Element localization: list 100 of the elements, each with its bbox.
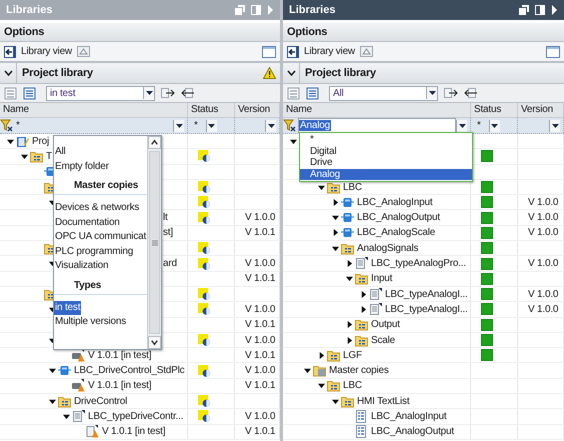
dropdown-option[interactable]: Documentation [54,216,147,230]
caret-right-icon[interactable] [332,198,339,206]
item-name[interactable]: LBC_AnalogScale [357,227,436,238]
scroll-up-icon[interactable] [148,136,161,149]
dropdown-option[interactable]: Empty folder [54,160,147,174]
caret-down-icon[interactable] [49,398,56,405]
item-name[interactable]: HMI TextList [357,396,410,407]
chevron-down-icon[interactable] [286,70,296,76]
caret-right-icon[interactable] [360,290,367,298]
item-name[interactable]: LBC_AnalogOutput [357,212,440,224]
library-view-label[interactable]: Library view [304,46,355,57]
item-name[interactable]: LBC [343,380,362,392]
dropdown-option[interactable]: Digital [300,146,472,157]
item-name[interactable]: LBC_AnalogOutput [371,426,454,438]
item-name[interactable]: V 1.0.1 [in test] [102,426,166,438]
dropdown-button[interactable] [426,87,437,99]
caret-right-icon[interactable] [346,260,353,268]
list-icon[interactable] [306,86,319,100]
item-name[interactable]: Proj [32,136,49,147]
clear-filter-icon[interactable] [283,119,296,132]
caret-right-icon[interactable] [360,306,367,313]
caret-down-icon[interactable] [332,398,339,405]
item-name[interactable]: LBC_DriveControl_StdPlc [74,365,184,376]
library-view-icon[interactable] [4,46,16,58]
pane-icon[interactable] [535,5,545,15]
caret-down-icon[interactable] [346,275,353,282]
caret-right-icon[interactable] [346,321,353,328]
item-name[interactable]: LBC [343,182,362,193]
item-name[interactable]: T [46,150,52,162]
dropdown-button[interactable] [206,120,217,132]
arrow-left-icon[interactable] [181,87,195,99]
item-name[interactable]: V 1.0.1 [in test] [88,350,152,361]
dropdown-button[interactable] [265,120,276,132]
caret-down-icon[interactable] [290,138,297,145]
filter-dropdown[interactable]: All [329,86,438,100]
scroll-down-icon[interactable] [148,336,161,349]
dropdown-button[interactable] [488,120,500,132]
clear-filter-icon[interactable] [0,119,13,132]
caret-down-icon[interactable] [304,367,311,374]
caret-down-icon[interactable] [332,244,339,252]
item-name[interactable]: AnalogSignals [357,242,418,254]
dropdown-button[interactable] [173,120,184,132]
list-icon[interactable] [23,86,36,100]
arrow-right-icon[interactable] [444,87,458,99]
dropdown-option[interactable]: Visualization [54,259,147,274]
caret-down-icon[interactable] [318,382,325,390]
arrow-right-icon[interactable] [161,87,175,99]
dropdown-option[interactable]: Analog [300,168,472,180]
column-header[interactable]: Version [235,103,280,117]
name-filter-field[interactable]: * [15,119,173,132]
caret-down-icon[interactable] [49,367,56,374]
column-header[interactable]: Name [283,103,471,117]
filter-dropdown[interactable]: in test [46,86,155,100]
item-name[interactable]: LBC_typeAnalogPro... [371,258,466,270]
item-name[interactable]: LGF [343,350,362,361]
dropdown-option[interactable]: All [54,145,147,160]
caret-right-icon[interactable] [318,352,325,359]
item-name[interactable]: Input [371,273,392,284]
item-name[interactable]: DriveControl [74,396,128,407]
caret-down-icon[interactable] [318,184,325,191]
item-name[interactable]: LBC_AnalogInput [371,410,446,422]
column-header[interactable]: Name [0,103,188,117]
item-name[interactable]: LBC_typeDriveContr... [88,410,184,422]
dropdown-option[interactable]: Drive [300,157,472,168]
name-filter-field[interactable]: Analog [298,118,456,133]
item-name[interactable]: V 1.0.1 [in test] [88,380,152,392]
restore-icon[interactable] [519,5,529,15]
library-tree-icon[interactable] [287,86,300,100]
scrollbar[interactable] [147,136,161,349]
column-header[interactable]: Status [471,103,518,117]
dropdown-option[interactable]: PLC programming [54,244,147,259]
dropdown-option[interactable]: in test [54,300,82,315]
collapse-arrow-icon[interactable] [551,5,558,15]
arrow-left-icon[interactable] [464,87,478,99]
dropdown-option[interactable]: Devices & networks [54,201,147,216]
item-name[interactable]: LBC_typeAnalogI... [385,288,468,300]
window-icon[interactable] [262,46,276,58]
caret-right-icon[interactable] [332,229,339,236]
dropdown-button[interactable] [456,120,467,132]
item-name[interactable]: Master copies [329,365,389,376]
library-icon[interactable] [76,46,90,57]
item-name[interactable]: LBC_AnalogInput [357,196,432,208]
dropdown-button[interactable] [143,87,154,99]
library-view-label[interactable]: Library view [21,46,72,57]
dropdown-option[interactable]: OPC UA communicat [54,230,147,244]
library-view-icon[interactable] [287,46,299,58]
chevron-down-icon[interactable] [4,70,12,76]
dropdown-option[interactable]: Multiple versions [54,315,147,330]
column-header[interactable]: Status [188,103,235,117]
window-icon[interactable] [546,46,560,58]
caret-down-icon[interactable] [332,214,339,222]
caret-right-icon[interactable] [346,336,353,344]
item-name[interactable]: LBC_typeAnalogI... [385,304,468,315]
caret-down-icon[interactable] [7,138,14,145]
caret-down-icon[interactable] [21,152,28,160]
column-header[interactable]: Version [518,103,564,117]
item-name[interactable]: Scale [371,334,396,346]
library-tree-icon[interactable] [4,86,17,100]
library-icon[interactable] [360,46,373,57]
dropdown-option[interactable]: * [300,134,472,146]
